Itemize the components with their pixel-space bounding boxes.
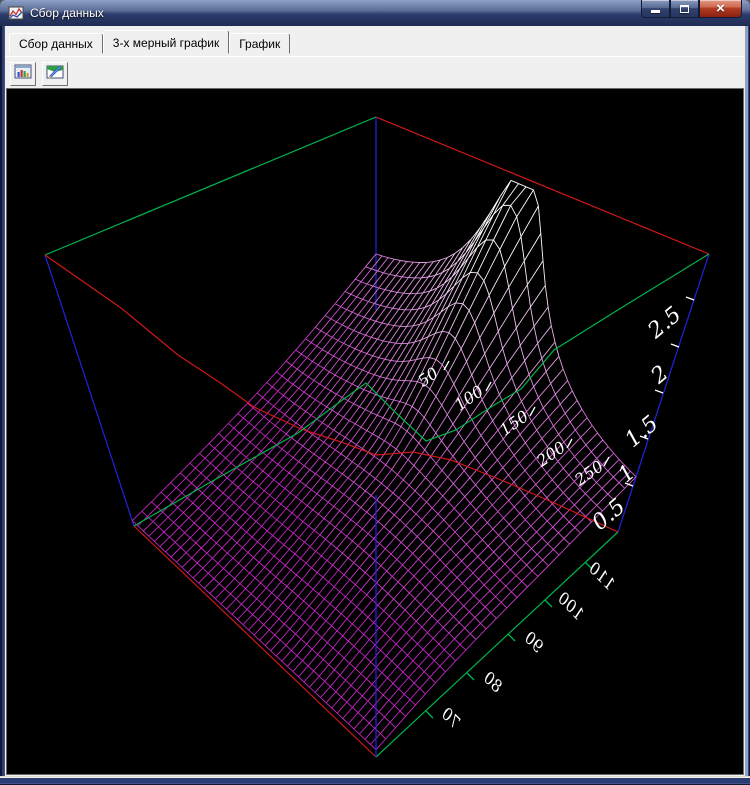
tab-1[interactable]: 3-х мерный график — [103, 30, 229, 54]
minimize-button[interactable] — [641, 0, 670, 18]
title-bar[interactable]: Сбор данных × — [0, 0, 750, 26]
plot-canvas[interactable]: 0.511.522.550100150200250110100908070 — [6, 88, 744, 775]
close-button[interactable]: × — [699, 0, 742, 18]
window-title: Сбор данных — [30, 6, 104, 20]
edit-graph-button[interactable] — [42, 62, 68, 86]
bar-chart-icon — [14, 64, 32, 83]
app-window: Сбор данных × Сбор данных3-х мерный граф… — [0, 0, 750, 785]
tab-page: 0.511.522.550100150200250110100908070 — [5, 56, 745, 776]
close-icon: × — [716, 1, 725, 16]
edit-image-icon — [46, 64, 64, 83]
chart-options-button[interactable] — [10, 62, 36, 86]
tab-strip: Сбор данных3-х мерный графикГрафик — [5, 26, 745, 53]
tab-0[interactable]: Сбор данных — [9, 33, 103, 54]
toolbar — [5, 57, 745, 87]
restore-icon — [680, 5, 689, 13]
window-controls: × — [641, 0, 742, 18]
minimize-icon — [651, 10, 660, 13]
client-area: Сбор данных3-х мерный графикГрафик — [5, 26, 745, 776]
window-border-bottom — [0, 776, 750, 785]
app-icon — [8, 5, 24, 21]
window-border-right — [745, 26, 750, 785]
window-border-left — [0, 26, 5, 785]
restore-button[interactable] — [670, 0, 699, 18]
tab-2[interactable]: График — [229, 33, 290, 54]
